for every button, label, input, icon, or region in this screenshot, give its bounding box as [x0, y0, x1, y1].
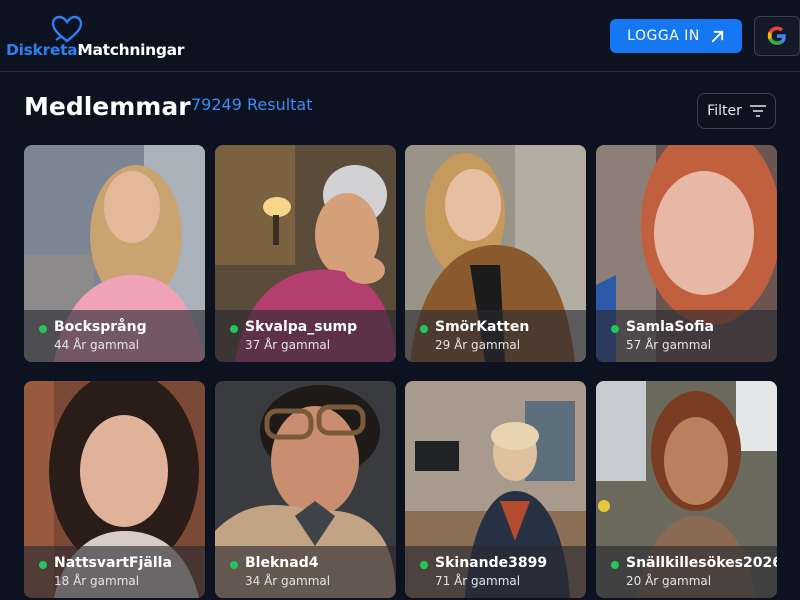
logo-text-part2: Matchningar	[77, 41, 185, 59]
member-name: NattsvartFjälla	[54, 555, 172, 571]
member-card[interactable]: Bocksprång 44 År gammal	[24, 145, 205, 362]
member-age: 71 År gammal	[435, 574, 521, 588]
arrow-up-right-icon	[711, 30, 723, 42]
member-name: Skvalpa_sump	[245, 319, 358, 335]
member-info: Bocksprång 44 År gammal	[24, 310, 205, 362]
online-status-dot	[39, 561, 47, 569]
online-status-dot	[611, 561, 619, 569]
online-status-dot	[230, 325, 238, 333]
google-login-button[interactable]	[754, 16, 800, 56]
member-info: Skinande3899 71 År gammal	[405, 546, 586, 598]
member-card[interactable]: NattsvartFjälla 18 År gammal	[24, 381, 205, 598]
member-age: 18 År gammal	[54, 574, 140, 588]
filter-lines-icon	[749, 105, 766, 117]
member-name: Skinande3899	[435, 555, 548, 571]
online-status-dot	[420, 561, 428, 569]
member-card[interactable]: Skvalpa_sump 37 År gammal	[215, 145, 396, 362]
logo-text: DiskretaMatchningar	[6, 41, 184, 59]
member-age: 44 År gammal	[54, 338, 140, 352]
online-status-dot	[611, 325, 619, 333]
site-header: DiskretaMatchningar LOGGA IN	[0, 0, 800, 72]
member-info: SmörKatten 29 År gammal	[405, 310, 586, 362]
online-status-dot	[420, 325, 428, 333]
member-info: NattsvartFjälla 18 År gammal	[24, 546, 205, 598]
member-name: Bocksprång	[54, 319, 147, 335]
result-count: 79249 Resultat	[191, 95, 313, 114]
page-title: Medlemmar	[24, 92, 191, 121]
filter-button-label: Filter	[707, 103, 742, 119]
login-button[interactable]: LOGGA IN	[610, 19, 742, 53]
member-name: Bleknad4	[245, 555, 319, 571]
member-info: Skvalpa_sump 37 År gammal	[215, 310, 396, 362]
google-icon	[767, 26, 786, 45]
login-button-label: LOGGA IN	[627, 28, 700, 44]
member-age: 29 År gammal	[435, 338, 521, 352]
filter-button[interactable]: Filter	[697, 93, 776, 129]
member-age: 57 År gammal	[626, 338, 712, 352]
member-name: SamlaSofia	[626, 319, 714, 335]
member-name: Snällkillesökes2026	[626, 555, 777, 571]
member-card[interactable]: Snällkillesökes2026 20 År gammal	[596, 381, 777, 598]
member-info: Bleknad4 34 År gammal	[215, 546, 396, 598]
member-age: 20 År gammal	[626, 574, 712, 588]
member-info: Snällkillesökes2026 20 År gammal	[596, 546, 777, 598]
member-card[interactable]: Bleknad4 34 År gammal	[215, 381, 396, 598]
online-status-dot	[39, 325, 47, 333]
member-card[interactable]: Skinande3899 71 År gammal	[405, 381, 586, 598]
member-card[interactable]: SmörKatten 29 År gammal	[405, 145, 586, 362]
member-age: 34 År gammal	[245, 574, 331, 588]
member-name: SmörKatten	[435, 319, 530, 335]
member-card[interactable]: SamlaSofia 57 År gammal	[596, 145, 777, 362]
heart-logo-icon	[51, 15, 83, 43]
site-logo[interactable]: DiskretaMatchningar	[6, 14, 184, 64]
online-status-dot	[230, 561, 238, 569]
member-age: 37 År gammal	[245, 338, 331, 352]
logo-text-part1: Diskreta	[6, 41, 78, 59]
member-info: SamlaSofia 57 År gammal	[596, 310, 777, 362]
